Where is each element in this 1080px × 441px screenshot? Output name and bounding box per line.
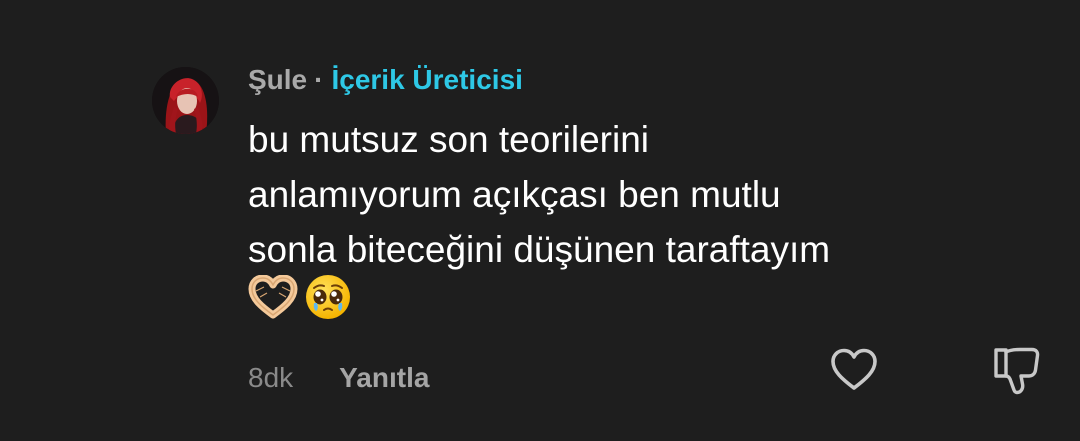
comment-text-line: anlamıyorum açıkçası ben mutlu <box>248 174 781 215</box>
separator-dot: · <box>314 64 324 95</box>
comment-text: bu mutsuz son teorilerini anlamıyorum aç… <box>248 112 1048 277</box>
comment-text-line: sonla biteceğini düşünen taraftayım <box>248 229 831 270</box>
timestamp: 8dk <box>248 362 294 393</box>
creator-badge: İçerik Üreticisi <box>331 64 523 95</box>
pleading-face-emoji <box>306 275 350 319</box>
username[interactable]: Şule <box>248 64 307 96</box>
avatar-image <box>152 67 219 134</box>
dislike-button[interactable] <box>990 346 1044 396</box>
emoji-row <box>248 272 352 322</box>
heart-hands-emoji <box>248 275 298 319</box>
heart-outline-icon <box>831 348 877 390</box>
like-button[interactable] <box>830 348 878 392</box>
comment-text-line: bu mutsuz son teorilerini <box>248 119 650 160</box>
comment-item: Şule · İçerik Üreticisi bu mutsuz son te… <box>0 0 1080 441</box>
reply-button[interactable]: Yanıtla <box>339 362 429 394</box>
thumbs-down-outline-icon <box>994 347 1040 395</box>
comment-header: Şule · İçerik Üreticisi <box>248 60 523 100</box>
avatar[interactable] <box>152 67 219 134</box>
comment-footer: 8dk Yanıtla <box>248 356 429 400</box>
